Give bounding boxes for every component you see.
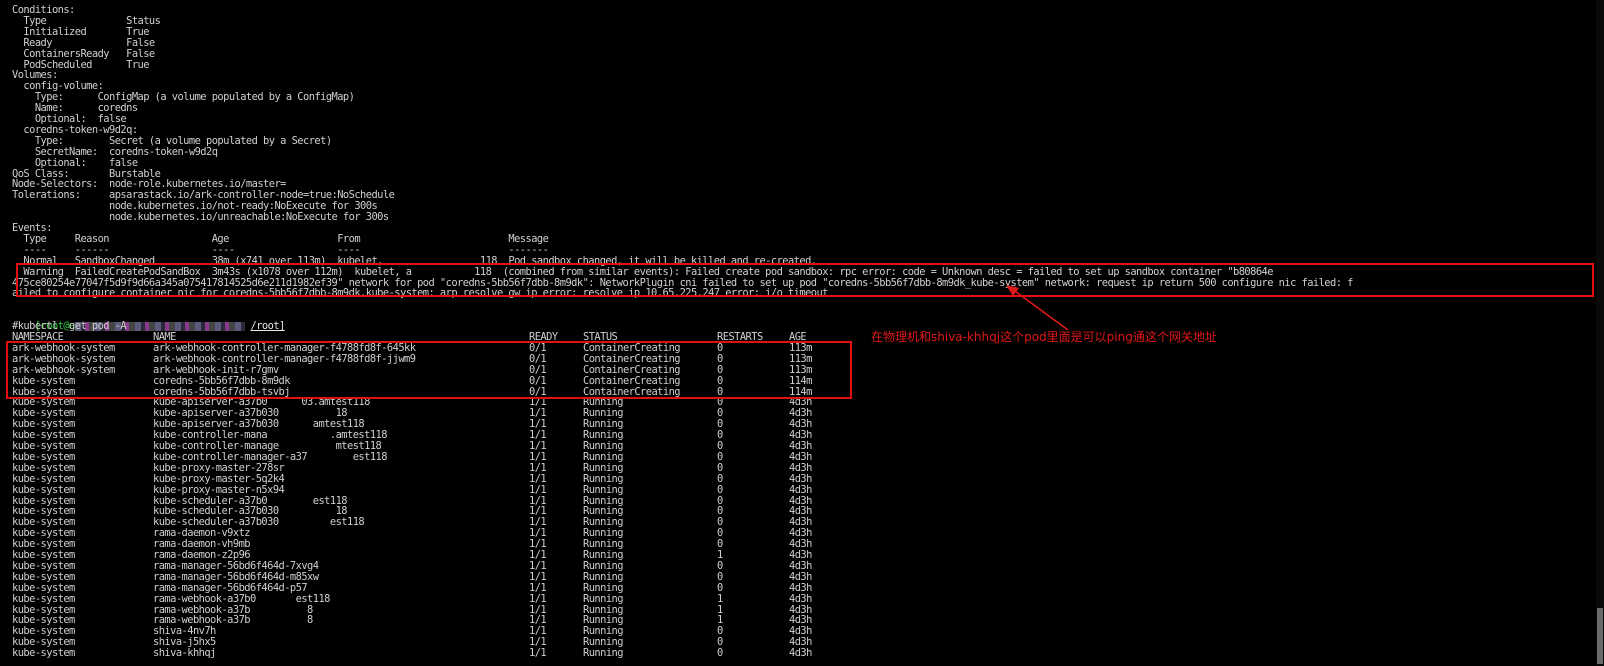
terminal-window[interactable]: Conditions: Type Status Initialized True… bbox=[0, 0, 1604, 666]
scrollbar-thumb[interactable] bbox=[1597, 608, 1603, 664]
annotation-note: 在物理机和shiva-khhqj这个pod里面是可以ping通这个网关地址 bbox=[871, 330, 1217, 344]
annotation-arrow-icon bbox=[1006, 285, 1069, 331]
scrollbar[interactable] bbox=[1596, 0, 1604, 666]
